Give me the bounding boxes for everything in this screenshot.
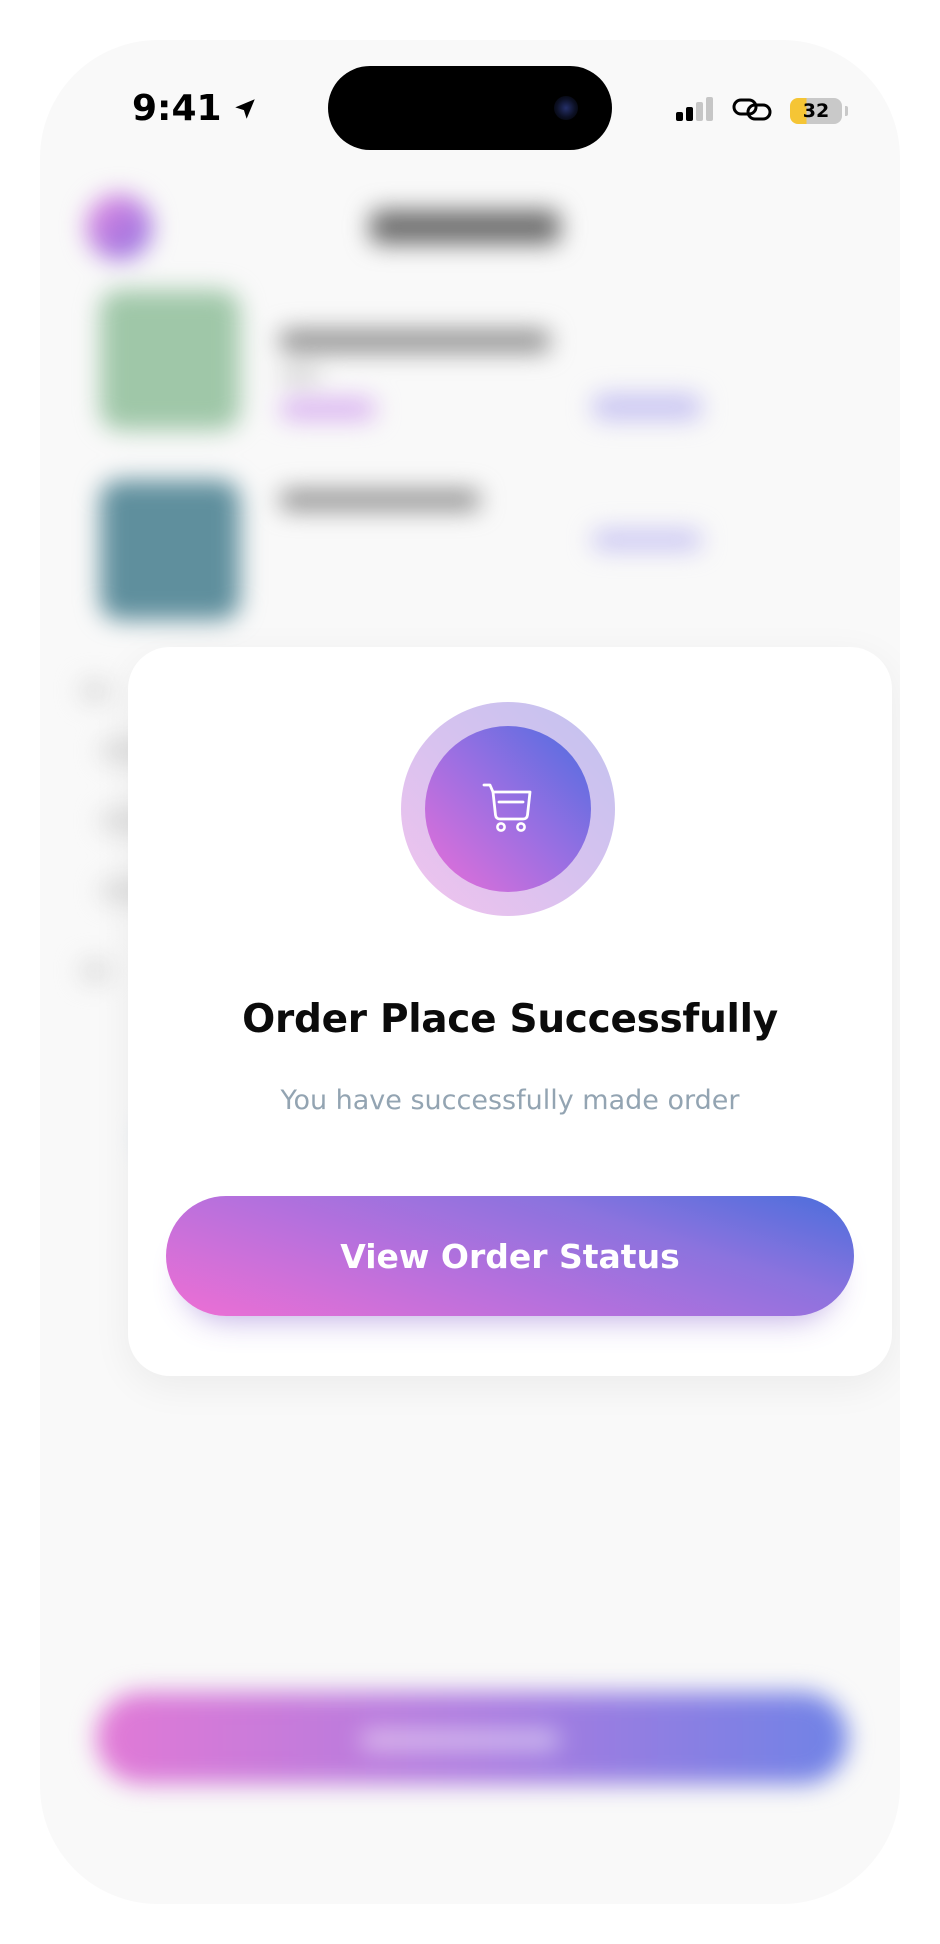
battery-icon: 32	[790, 98, 848, 124]
status-indicators: 32	[676, 96, 848, 126]
icon-circle	[425, 726, 591, 892]
avatar	[86, 194, 152, 260]
row-blurred	[80, 680, 110, 702]
status-bar: 9:41 32	[40, 40, 900, 180]
status-time-text: 9:41	[132, 88, 222, 129]
product-name-blurred	[280, 490, 480, 510]
product-meta-blurred	[280, 370, 320, 380]
place-order-label-blurred	[360, 1730, 560, 1750]
battery-level: 32	[802, 100, 830, 122]
page-title-blurred	[370, 210, 560, 244]
shopping-cart-icon	[479, 778, 537, 840]
modal-title: Order Place Successfully	[242, 997, 778, 1042]
product-tag-blurred	[280, 398, 376, 420]
product-name-blurred	[280, 330, 550, 352]
product-thumbnail	[100, 480, 240, 620]
product-price-blurred	[592, 394, 702, 420]
camera-icon	[554, 96, 578, 120]
modal-subtitle: You have successfully made order	[280, 1085, 740, 1116]
order-success-modal: Order Place Successfully You have succes…	[128, 647, 892, 1376]
status-time: 9:41	[132, 88, 258, 129]
location-arrow-icon	[232, 96, 258, 122]
signal-icon	[676, 97, 714, 125]
view-order-status-button[interactable]: View Order Status	[166, 1196, 854, 1316]
icon-halo	[401, 702, 615, 916]
product-thumbnail	[100, 290, 240, 430]
phone-screen: 9:41 32 Order Place Successfully You hav…	[40, 40, 900, 1904]
row-blurred	[80, 960, 110, 982]
dynamic-island	[328, 66, 612, 150]
product-price-blurred	[592, 530, 702, 550]
link-icon	[732, 96, 772, 126]
